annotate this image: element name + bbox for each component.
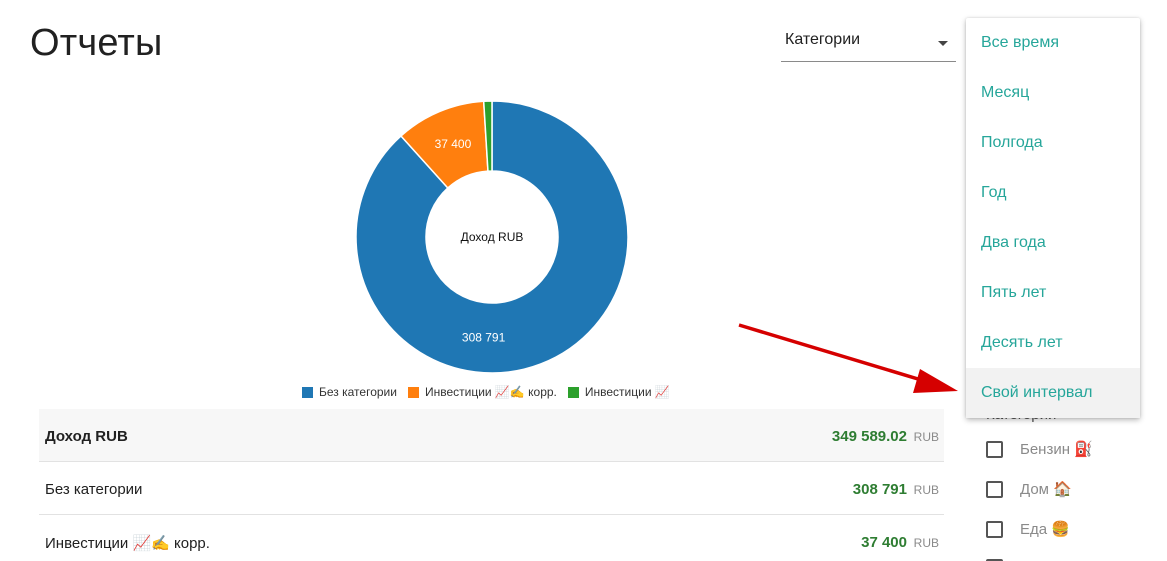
table-row[interactable]: Инвестиции 📈✍️ корр. 37 400 RUB — [39, 515, 944, 561]
legend-label: Без категории — [319, 385, 397, 399]
checkbox[interactable] — [986, 480, 1003, 498]
period-menu: Все время Месяц Полгода Год Два года Пят… — [966, 18, 1140, 418]
filter-item-partial[interactable] — [986, 556, 1020, 561]
row-label: Без категории — [45, 481, 143, 498]
report-table: Доход RUB 349 589.02 RUB Без категории 3… — [39, 409, 944, 561]
legend-swatch — [407, 386, 419, 398]
row-label: Инвестиции 📈✍️ корр. — [45, 535, 210, 552]
page-title: Отчеты — [30, 22, 163, 64]
row-amount: 349 589.02 — [831, 428, 907, 445]
arrow-shaft — [738, 323, 929, 384]
filter-item-home[interactable]: Дом 🏠 — [986, 478, 1072, 500]
slice-value-label: 308 791 — [462, 331, 506, 345]
menu-item-five-years[interactable]: Пять лет — [966, 268, 1140, 318]
legend-label: Инвестиции 📈 — [584, 385, 670, 399]
menu-item-half-year[interactable]: Полгода — [966, 118, 1140, 168]
row-currency: RUB — [913, 483, 939, 497]
category-select-value: Категории — [785, 31, 861, 48]
checkbox[interactable] — [986, 440, 1003, 458]
donut-center-label: Доход RUB — [461, 230, 524, 244]
category-select[interactable]: Категории — [781, 22, 956, 62]
legend-item[interactable]: Без категории — [302, 385, 397, 399]
menu-item-two-years[interactable]: Два года — [966, 218, 1140, 268]
slice-value-label: 37 400 — [435, 137, 472, 151]
row-amount: 308 791 — [852, 481, 907, 498]
legend-label: Инвестиции 📈✍️ корр. — [424, 385, 557, 399]
chart-legend: Без категории Инвестиции 📈✍️ корр. Инвести… — [302, 385, 681, 399]
filter-label: Бензин ⛽ — [1020, 441, 1093, 458]
caret-down-icon — [938, 41, 948, 46]
table-row-total[interactable]: Доход RUB 349 589.02 RUB — [39, 409, 944, 462]
filter-item-food[interactable]: Еда 🍔 — [986, 518, 1070, 540]
arrow-head — [913, 369, 958, 393]
legend-item[interactable]: Инвестиции 📈✍️ корр. — [407, 385, 557, 399]
menu-item-custom-interval[interactable]: Свой интервал — [966, 368, 1140, 418]
filter-label: Дом 🏠 — [1020, 481, 1072, 498]
legend-swatch — [302, 386, 313, 398]
filter-item-petrol[interactable]: Бензин ⛽ — [986, 438, 1093, 460]
filter-label: Еда 🍔 — [1020, 521, 1070, 538]
legend-swatch — [567, 386, 579, 398]
legend-item[interactable]: Инвестиции 📈 — [567, 385, 670, 399]
table-row[interactable]: Без категории 308 791 RUB — [39, 462, 944, 515]
menu-item-month[interactable]: Месяц — [966, 68, 1140, 118]
row-amount: 37 400 — [861, 534, 907, 551]
income-donut-chart: 308 791 37 400 Доход RUB — [330, 92, 654, 382]
row-currency: RUB — [913, 430, 939, 444]
checkbox[interactable] — [986, 520, 1003, 538]
menu-item-year[interactable]: Год — [966, 168, 1140, 218]
row-label: Доход RUB — [45, 428, 128, 445]
donut-svg: 308 791 37 400 Доход RUB — [355, 100, 629, 374]
row-currency: RUB — [913, 536, 939, 550]
menu-item-ten-years[interactable]: Десять лет — [966, 318, 1140, 368]
menu-item-all-time[interactable]: Все время — [966, 18, 1140, 68]
